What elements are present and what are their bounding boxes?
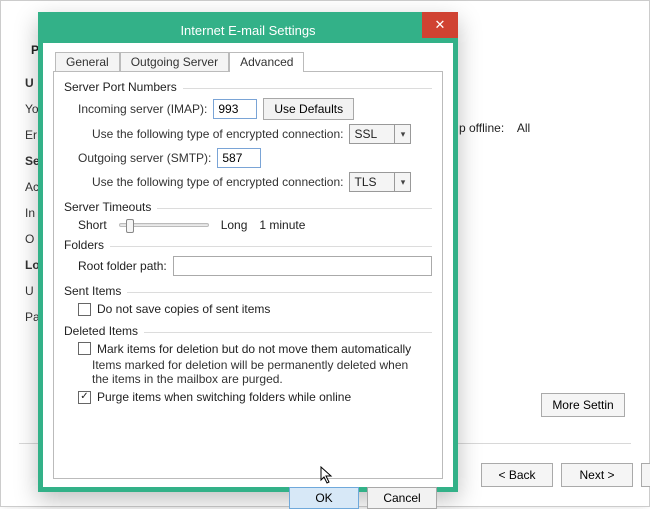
group-rule <box>110 246 432 247</box>
group-label: Deleted Items <box>64 324 138 338</box>
dialog-footer: OK Cancel <box>47 487 437 509</box>
group-server-timeouts: Server Timeouts <box>64 200 432 214</box>
group-label: Server Timeouts <box>64 200 151 214</box>
group-label: Server Port Numbers <box>64 80 177 94</box>
wiz-cancel-button[interactable]: Ca <box>641 463 650 487</box>
dont-save-label: Do not save copies of sent items <box>97 302 270 316</box>
use-defaults-button[interactable]: Use Defaults <box>263 98 354 120</box>
mark-deletion-label: Mark items for deletion but do not move … <box>97 342 411 356</box>
bg-offline-value: All <box>517 121 530 135</box>
dialog-body: General Outgoing Server Advanced Server … <box>43 43 453 487</box>
cancel-button[interactable]: Cancel <box>367 487 437 509</box>
incoming-encryption-row: Use the following type of encrypted conn… <box>64 124 432 144</box>
tab-general[interactable]: General <box>55 52 120 72</box>
incoming-enc-value: SSL <box>354 127 377 141</box>
group-deleted-items: Deleted Items <box>64 324 432 338</box>
chevron-down-icon: ▾ <box>394 173 410 191</box>
mark-deletion-help: Items marked for deletion will be perman… <box>64 358 432 386</box>
timeout-long-label: Long <box>221 218 248 232</box>
group-server-port-numbers: Server Port Numbers <box>64 80 432 94</box>
group-sent-items: Sent Items <box>64 284 432 298</box>
timeout-row: Short Long 1 minute <box>64 218 432 232</box>
incoming-server-row: Incoming server (IMAP): Use Defaults <box>64 98 432 120</box>
incoming-server-label: Incoming server (IMAP): <box>78 102 207 116</box>
root-folder-row: Root folder path: <box>64 256 432 276</box>
incoming-encryption-select[interactable]: SSL ▾ <box>349 124 411 144</box>
tab-strip: General Outgoing Server Advanced <box>55 51 443 71</box>
dont-save-checkbox[interactable] <box>78 303 91 316</box>
bg-offline-label: p offline: <box>459 121 504 135</box>
close-icon: ✕ <box>435 17 446 33</box>
bg-more-settings-wrap: More Settin <box>541 393 625 417</box>
root-folder-label: Root folder path: <box>78 259 167 273</box>
back-button[interactable]: < Back <box>481 463 553 487</box>
tab-outgoing-server[interactable]: Outgoing Server <box>120 52 229 72</box>
mark-deletion-checkbox[interactable] <box>78 342 91 355</box>
outgoing-server-label: Outgoing server (SMTP): <box>78 151 211 165</box>
purge-row: ✓ Purge items when switching folders whi… <box>64 390 432 404</box>
group-folders: Folders <box>64 238 432 252</box>
email-settings-dialog: Internet E-mail Settings ✕ General Outgo… <box>38 12 458 492</box>
close-button[interactable]: ✕ <box>422 12 458 38</box>
bg-offline: p offline: All <box>459 121 530 135</box>
next-button[interactable]: Next > <box>561 463 633 487</box>
outgoing-encryption-row: Use the following type of encrypted conn… <box>64 172 432 192</box>
root-folder-input[interactable] <box>173 256 432 276</box>
group-rule <box>157 208 432 209</box>
bg-wizard-buttons: < Back Next > Ca <box>481 463 650 487</box>
mark-deletion-row: Mark items for deletion but do not move … <box>64 342 432 356</box>
purge-checkbox[interactable]: ✓ <box>78 391 91 404</box>
timeout-value: 1 minute <box>259 218 305 232</box>
outgoing-port-input[interactable] <box>217 148 261 168</box>
group-label: Folders <box>64 238 104 252</box>
timeout-slider[interactable] <box>119 223 209 227</box>
slider-thumb[interactable] <box>126 219 134 233</box>
dialog-title: Internet E-mail Settings <box>180 23 315 38</box>
chevron-down-icon: ▾ <box>394 125 410 143</box>
incoming-port-input[interactable] <box>213 99 257 119</box>
group-rule <box>183 88 432 89</box>
incoming-enc-label: Use the following type of encrypted conn… <box>92 127 343 141</box>
outgoing-encryption-select[interactable]: TLS ▾ <box>349 172 411 192</box>
outgoing-enc-label: Use the following type of encrypted conn… <box>92 175 343 189</box>
dont-save-row: Do not save copies of sent items <box>64 302 432 316</box>
outgoing-server-row: Outgoing server (SMTP): <box>64 148 432 168</box>
timeout-short-label: Short <box>78 218 107 232</box>
purge-label: Purge items when switching folders while… <box>97 390 351 404</box>
group-label: Sent Items <box>64 284 121 298</box>
tab-advanced[interactable]: Advanced <box>229 52 304 72</box>
dialog-titlebar: Internet E-mail Settings ✕ <box>43 17 453 43</box>
group-rule <box>144 332 432 333</box>
outgoing-enc-value: TLS <box>354 175 376 189</box>
ok-button[interactable]: OK <box>289 487 359 509</box>
more-settings-button[interactable]: More Settin <box>541 393 625 417</box>
advanced-tab-panel: Server Port Numbers Incoming server (IMA… <box>53 71 443 479</box>
group-rule <box>127 292 432 293</box>
